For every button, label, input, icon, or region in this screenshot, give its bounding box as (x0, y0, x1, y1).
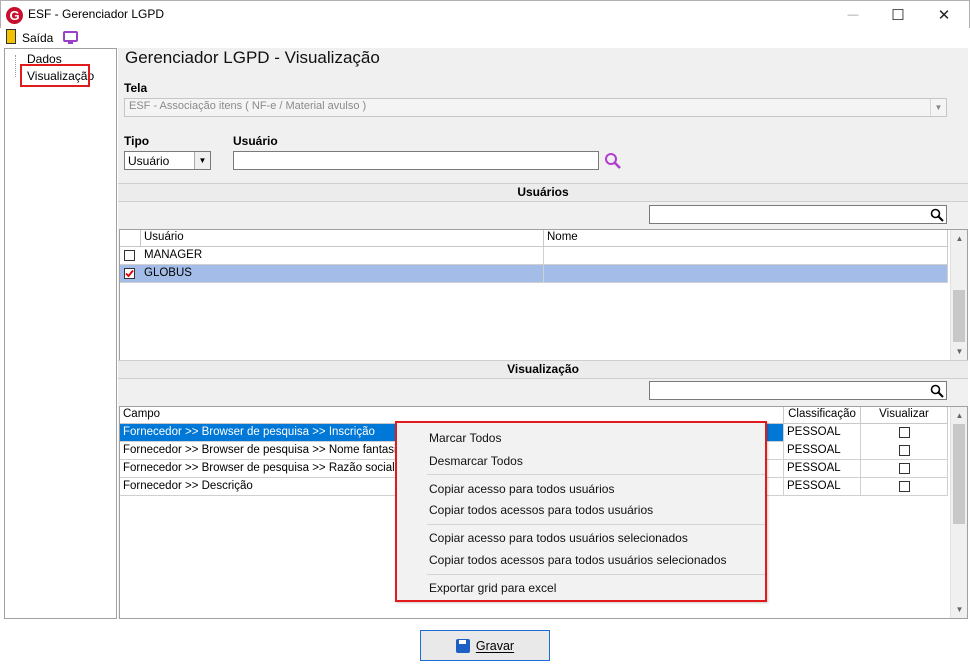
cell-visualizar[interactable] (861, 424, 948, 442)
cell-classificacao: PESSOAL (784, 478, 861, 496)
usuarios-grid[interactable]: Usuário Nome MANAGER GLOBUS ▲ ▼ (119, 229, 968, 361)
visualizacao-section-header: Visualização (118, 360, 968, 379)
close-icon: ✕ (937, 7, 951, 24)
page-title: Gerenciador LGPD - Visualização (125, 48, 380, 67)
search-icon[interactable] (603, 152, 623, 170)
menu-item-copiar-acesso-todos[interactable]: Copiar acesso para todos usuários (429, 482, 614, 496)
cell-nome (544, 247, 948, 265)
menu-item-copiar-todos-acessos-selecionados[interactable]: Copiar todos acessos para todos usuários… (429, 553, 727, 567)
exit-button[interactable]: Saída (22, 31, 53, 45)
chevron-down-icon[interactable]: ▼ (930, 99, 946, 116)
row-checkbox-checked[interactable] (124, 268, 135, 279)
menu-item-copiar-acesso-selecionados[interactable]: Copiar acesso para todos usuários seleci… (429, 531, 688, 545)
column-header-nome[interactable]: Nome (544, 230, 948, 247)
scroll-down-icon[interactable]: ▼ (951, 601, 968, 618)
usuario-label: Usuário (233, 134, 278, 148)
column-header-usuario[interactable]: Usuário (141, 230, 544, 247)
visualizacao-filter-input[interactable] (649, 381, 947, 400)
scroll-thumb[interactable] (953, 290, 965, 342)
visualizacao-scrollbar[interactable]: ▲ ▼ (950, 407, 967, 618)
cell-classificacao: PESSOAL (784, 442, 861, 460)
chevron-down-icon[interactable]: ▼ (194, 152, 210, 169)
save-button-label: Gravar (475, 638, 515, 653)
column-header-classificacao[interactable]: Classificação (784, 407, 861, 424)
context-menu: Marcar Todos Desmarcar Todos Copiar aces… (395, 421, 767, 602)
row-checkbox[interactable] (124, 250, 135, 261)
minimize-button[interactable]: — (838, 4, 868, 26)
menu-item-desmarcar-todos[interactable]: Desmarcar Todos (429, 454, 523, 468)
tela-label: Tela (124, 81, 148, 95)
table-row[interactable]: MANAGER (120, 247, 948, 265)
floppy-disk-icon (455, 638, 470, 653)
cell-visualizar[interactable] (861, 478, 948, 496)
cell-visualizar[interactable] (861, 442, 948, 460)
tela-select-value: ESF - Associação itens ( NF-e / Material… (129, 100, 367, 112)
close-button[interactable]: ✕ (929, 4, 959, 26)
tipo-label: Tipo (124, 134, 150, 148)
cell-visualizar[interactable] (861, 460, 948, 478)
annotation-highlight-box (20, 64, 90, 87)
app-logo-icon: G (6, 7, 23, 24)
maximize-button[interactable]: ☐ (883, 4, 913, 26)
search-icon[interactable] (927, 381, 947, 400)
visualizar-checkbox[interactable] (899, 463, 910, 474)
menu-item-copiar-todos-acessos-todos[interactable]: Copiar todos acessos para todos usuários (429, 503, 653, 517)
cell-classificacao: PESSOAL (784, 424, 861, 442)
scroll-up-icon[interactable]: ▲ (951, 230, 968, 247)
search-icon[interactable] (927, 205, 947, 224)
column-header-visualizar[interactable]: Visualizar (861, 407, 948, 424)
monitor-icon[interactable] (63, 31, 78, 44)
toolbar (0, 28, 970, 48)
column-header-select[interactable] (120, 230, 141, 247)
menu-item-marcar-todos[interactable]: Marcar Todos (429, 431, 501, 445)
window-title: ESF - Gerenciador LGPD (28, 7, 165, 21)
table-row[interactable]: GLOBUS (120, 265, 948, 283)
save-button[interactable]: Gravar (420, 630, 550, 661)
scroll-thumb[interactable] (953, 424, 965, 524)
cell-usuario: MANAGER (141, 247, 544, 265)
scroll-up-icon[interactable]: ▲ (951, 407, 968, 424)
maximize-icon: ☐ (891, 7, 905, 24)
visualizar-checkbox[interactable] (899, 481, 910, 492)
usuarios-section-header: Usuários (118, 183, 968, 202)
usuario-input[interactable] (233, 151, 599, 170)
tree-connector (15, 55, 16, 77)
menu-item-exportar-excel[interactable]: Exportar grid para excel (429, 581, 556, 595)
scroll-down-icon[interactable]: ▼ (951, 343, 968, 360)
minimize-icon: — (847, 9, 859, 21)
menu-separator (427, 524, 765, 525)
visualizar-checkbox[interactable] (899, 445, 910, 456)
tipo-select-value: Usuário (128, 154, 170, 168)
usuarios-scrollbar[interactable]: ▲ ▼ (950, 230, 967, 360)
cell-classificacao: PESSOAL (784, 460, 861, 478)
menu-separator (427, 574, 765, 575)
cell-usuario: GLOBUS (141, 265, 544, 283)
visualizar-checkbox[interactable] (899, 427, 910, 438)
exit-door-icon[interactable] (6, 29, 16, 44)
cell-nome (544, 265, 948, 283)
tela-select[interactable]: ESF - Associação itens ( NF-e / Material… (124, 98, 947, 117)
usuarios-filter-input[interactable] (649, 205, 947, 224)
menu-separator (427, 474, 765, 475)
navigation-tree: Dados Visualização (4, 48, 117, 619)
tipo-select[interactable]: Usuário ▼ (124, 151, 211, 170)
